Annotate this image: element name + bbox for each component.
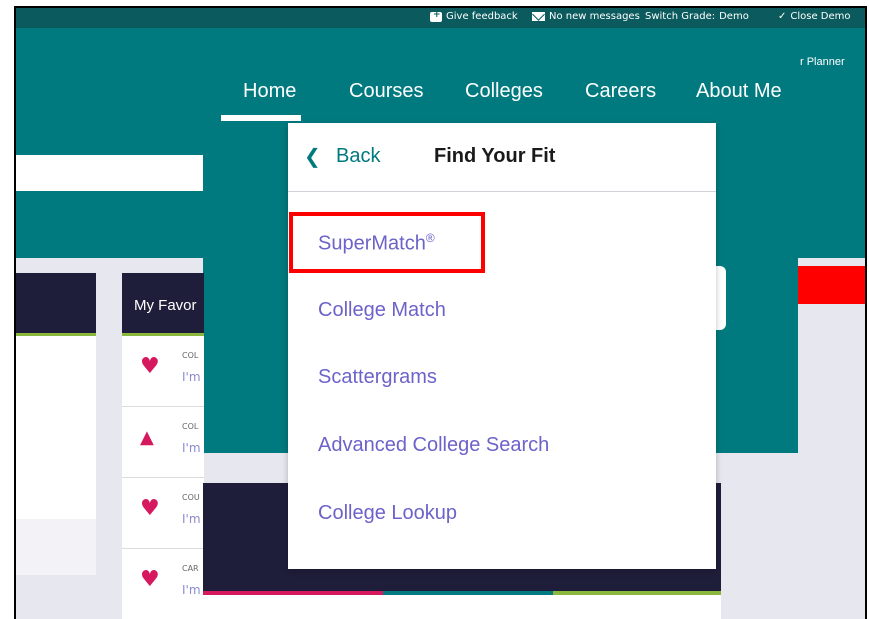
favorites-card: My Favor ♥ COL I'm ▲ COL I'm ♥ COU I'm ♥…: [122, 273, 204, 619]
menu-item-advanced-college-search[interactable]: Advanced College Search: [318, 434, 549, 457]
supermatch-label: SuperMatch: [318, 232, 426, 255]
left-card-header: [16, 273, 96, 336]
nav-about-me[interactable]: About Me: [696, 80, 782, 103]
favorite-category: COU: [182, 493, 200, 502]
menu-item-college-lookup[interactable]: College Lookup: [318, 502, 457, 525]
left-card-footer: [16, 519, 96, 575]
favorite-subtext: I'm: [182, 512, 201, 526]
mail-icon: [532, 12, 545, 21]
favorite-category: COL: [182, 351, 199, 360]
nav-home[interactable]: Home: [243, 80, 296, 103]
favorite-subtext: I'm: [182, 370, 201, 384]
chevron-down-icon: ✓: [778, 11, 787, 22]
close-demo-label: Close Demo: [790, 11, 851, 22]
favorites-title: My Favor: [134, 297, 197, 314]
favorite-category: CAR: [182, 564, 199, 573]
favorite-category: COL: [182, 422, 199, 431]
give-feedback-label: Give feedback: [446, 11, 518, 22]
close-demo-link[interactable]: ✓ Close Demo: [778, 11, 851, 22]
switch-grade-value: Demo: [719, 11, 749, 22]
messages-link[interactable]: No new messages: [532, 11, 640, 22]
utility-bar: Give feedback No new messages Switch Gra…: [16, 8, 865, 28]
messages-label: No new messages: [549, 11, 640, 22]
menu-item-supermatch[interactable]: SuperMatch®: [318, 231, 435, 256]
menu-title: Find Your Fit: [434, 145, 556, 167]
back-button[interactable]: Back: [336, 145, 380, 168]
feedback-icon: [430, 10, 442, 22]
left-card-body: [16, 336, 96, 519]
find-your-fit-menu: ❮ Back Find Your Fit SuperMatch® College…: [288, 123, 716, 569]
heart-icon: ♥: [140, 354, 160, 379]
switch-grade-label: Switch Grade:: [645, 11, 716, 22]
heart-icon: ♥: [140, 567, 160, 592]
app-frame: Give feedback No new messages Switch Gra…: [14, 6, 867, 619]
alert-banner: [798, 266, 865, 304]
lower-panel-body: [203, 595, 721, 619]
favorite-subtext: I'm: [182, 441, 201, 455]
menu-header: ❮ Back Find Your Fit: [288, 123, 716, 192]
search-input[interactable]: [16, 155, 203, 191]
menu-item-college-match[interactable]: College Match: [318, 299, 446, 322]
nav-colleges[interactable]: Colleges: [465, 80, 543, 103]
list-item[interactable]: ▲ COL I'm: [122, 407, 204, 478]
menu-item-scattergrams[interactable]: Scattergrams: [318, 366, 437, 389]
nav-active-indicator: [221, 115, 301, 121]
chevron-left-icon[interactable]: ❮: [304, 144, 321, 168]
nav-careers[interactable]: Careers: [585, 80, 656, 103]
give-feedback-link[interactable]: Give feedback: [430, 10, 518, 22]
favorite-subtext: I'm: [182, 583, 201, 597]
graduation-cap-icon: ▲: [140, 427, 154, 448]
registered-mark: ®: [425, 231, 435, 245]
nav-courses[interactable]: Courses: [349, 80, 423, 103]
list-item[interactable]: ♥ COU I'm: [122, 478, 204, 549]
list-item[interactable]: ♥ CAR I'm: [122, 549, 204, 619]
favorites-header: My Favor: [122, 273, 204, 336]
planner-link[interactable]: r Planner: [800, 56, 845, 68]
list-item[interactable]: ♥ COL I'm: [122, 336, 204, 407]
heart-icon: ♥: [140, 496, 160, 521]
switch-grade[interactable]: Switch Grade: Demo: [645, 11, 749, 22]
